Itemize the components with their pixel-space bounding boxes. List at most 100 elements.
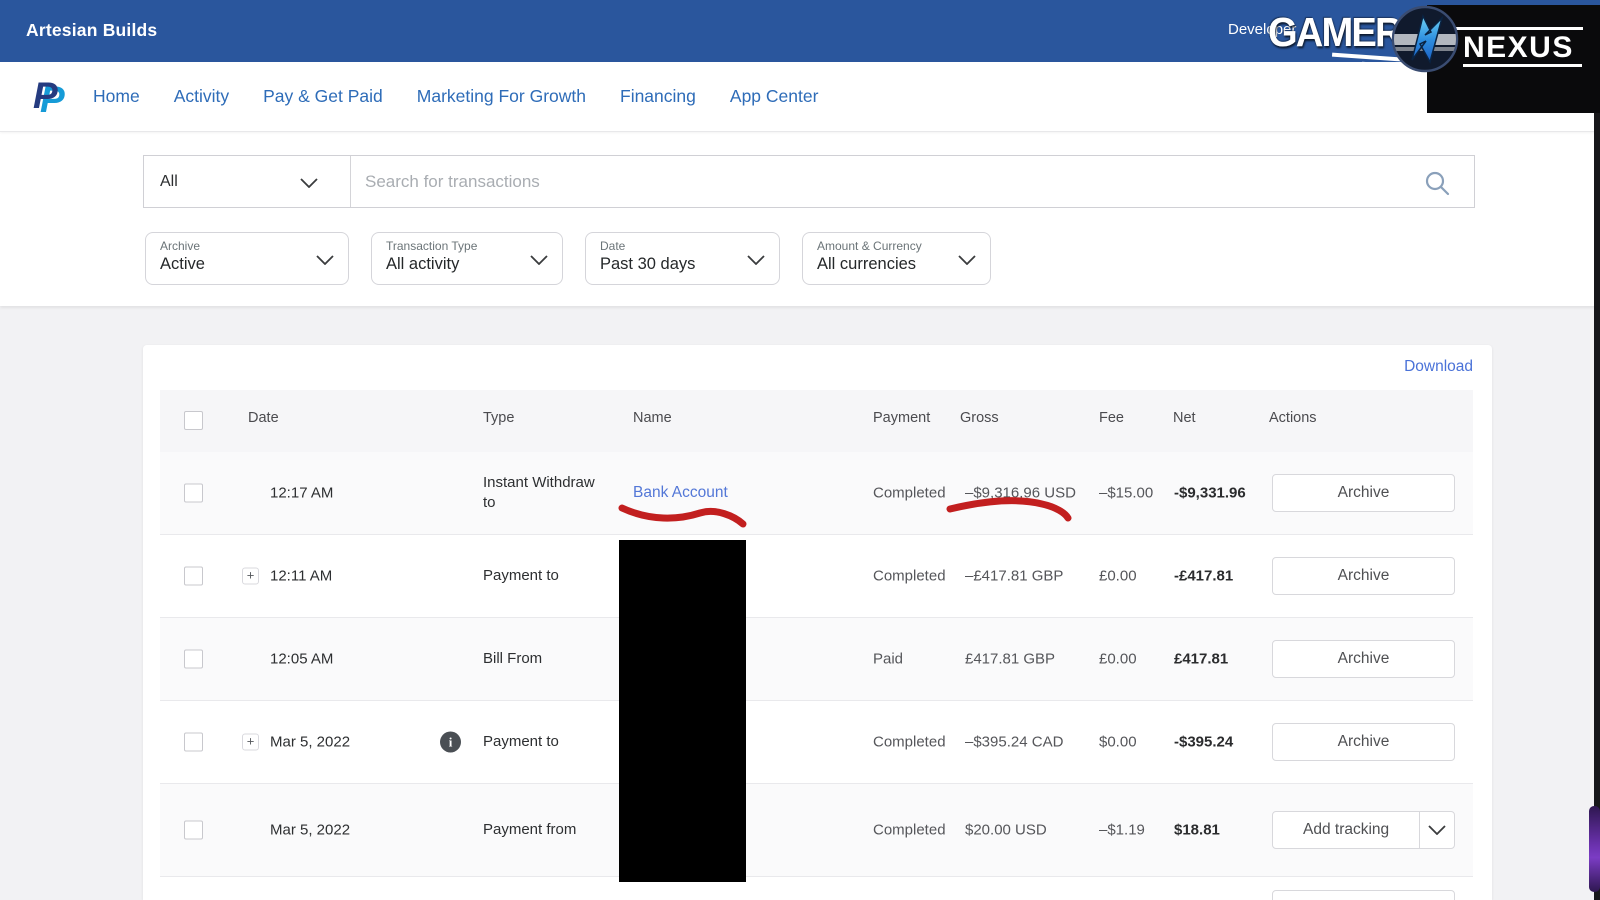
row-checkbox[interactable] <box>184 650 203 669</box>
chevron-down-icon <box>747 255 765 265</box>
action-dropdown-toggle[interactable] <box>1419 812 1454 848</box>
table-row: 12:17 AM Instant Withdraw to Bank Account C… <box>160 452 1473 535</box>
row-checkbox[interactable] <box>184 567 203 586</box>
nav-item-activity[interactable]: Activity <box>174 86 229 107</box>
nav-item-financing[interactable]: Financing <box>620 86 696 107</box>
cell-net: -£417.81 <box>1174 568 1233 585</box>
action-label: Archive <box>1338 567 1390 585</box>
row-checkbox[interactable] <box>184 733 203 752</box>
cell-payment-status: Completed <box>873 568 946 585</box>
filter-label: Archive <box>160 239 308 253</box>
filter-value: Active <box>160 253 308 275</box>
table-row: Mar 5, 2022 Payment from Completed $20.00 U… <box>160 784 1473 877</box>
filter-label: Transaction Type <box>386 239 522 253</box>
filter-amount-currency[interactable]: Amount & CurrencyAll currencies <box>802 232 991 285</box>
cell-date: Mar 5, 2022 <box>270 734 350 751</box>
row-checkbox[interactable] <box>184 821 203 840</box>
nav-items: Home Activity Pay & Get Paid Marketing For … <box>93 86 818 107</box>
action-label: Archive <box>1338 484 1390 502</box>
filter-label: Date <box>600 239 739 253</box>
cell-net: -$395.24 <box>1174 734 1233 751</box>
filter-transaction-type[interactable]: Transaction TypeAll activity <box>371 232 563 285</box>
column-header-date: Date <box>248 410 279 426</box>
cell-payment-status: Completed <box>873 822 946 839</box>
column-header-actions: Actions <box>1269 410 1317 426</box>
filter-archive[interactable]: ArchiveActive <box>145 232 349 285</box>
archive-button[interactable]: Archive <box>1272 474 1455 512</box>
chevron-down-icon <box>1428 825 1446 835</box>
cell-fee: –$15.00 <box>1099 485 1153 502</box>
filter-label: Amount & Currency <box>817 239 950 253</box>
table-row: 12:05 AM Bill From Paid £417.81 GBP £0.00 £41… <box>160 618 1473 701</box>
column-header-net: Net <box>1173 410 1196 426</box>
action-label[interactable]: Add tracking <box>1273 821 1419 839</box>
search-scope-value: All <box>160 173 178 191</box>
cell-fee: $0.00 <box>1099 734 1137 751</box>
nav-item-home[interactable]: Home <box>93 86 140 107</box>
cell-type: Bill From <box>483 649 611 669</box>
archive-button[interactable]: Archive <box>1272 723 1455 761</box>
search-input[interactable] <box>351 156 1474 207</box>
download-link[interactable]: Download <box>1404 358 1473 376</box>
filter-value: Past 30 days <box>600 253 739 275</box>
cell-type: Payment to <box>483 566 611 586</box>
screen-edge-strip <box>1594 108 1600 900</box>
cell-payment-status: Completed <box>873 485 946 502</box>
cell-net: $18.81 <box>1174 822 1220 839</box>
info-icon[interactable]: i <box>440 732 461 753</box>
column-header-name: Name <box>633 410 672 426</box>
action-label: Archive <box>1338 733 1390 751</box>
cell-gross: £417.81 GBP <box>965 651 1055 668</box>
column-header-gross: Gross <box>960 410 999 426</box>
paypal-logo-icon[interactable]: P P <box>33 77 61 117</box>
nav-item-pay-get-paid[interactable]: Pay & Get Paid <box>263 86 383 107</box>
filter-value: All currencies <box>817 253 950 275</box>
cell-date: 12:05 AM <box>270 651 333 668</box>
watermark-line <box>1463 64 1582 67</box>
column-header-payment: Payment <box>873 410 930 426</box>
add-tracking-button[interactable]: Add tracking <box>1272 811 1455 849</box>
cell-date: Mar 5, 2022 <box>270 822 350 839</box>
select-all-checkbox[interactable] <box>184 411 203 430</box>
cell-net: -$9,331.96 <box>1174 485 1246 502</box>
cell-type: Payment to <box>483 732 611 752</box>
watermark-line <box>1452 27 1583 30</box>
transactions-card: Download Date Type Name Payment Gross Fee Net A… <box>143 345 1492 900</box>
cell-gross: $20.00 USD <box>965 822 1047 839</box>
search-icon[interactable] <box>1424 170 1450 196</box>
clipped-action-button[interactable] <box>1272 890 1455 900</box>
archive-button[interactable]: Archive <box>1272 640 1455 678</box>
archive-button[interactable]: Archive <box>1272 557 1455 595</box>
expand-row-button[interactable]: + <box>242 568 259 585</box>
cell-fee: £0.00 <box>1099 568 1137 585</box>
chevron-down-icon <box>958 255 976 265</box>
nav-item-app-center[interactable]: App Center <box>730 86 819 107</box>
page: Artesian Builds Developer P P HomeActivi… <box>0 0 1600 900</box>
column-header-fee: Fee <box>1099 410 1124 426</box>
row-checkbox[interactable] <box>184 484 203 503</box>
filter-value: All activity <box>386 253 522 275</box>
cell-net: £417.81 <box>1174 651 1228 668</box>
expand-row-button[interactable]: + <box>242 734 259 751</box>
scrollbar-thumb[interactable] <box>1589 806 1600 892</box>
table-body: 12:17 AM Instant Withdraw to Bank Account C… <box>160 452 1473 877</box>
nav-item-marketing-for-growth[interactable]: Marketing For Growth <box>417 86 586 107</box>
search-scope-dropdown[interactable]: All <box>144 156 351 207</box>
table-row: +Mar 5, 2022iPayment toCompleted–$395.24… <box>160 701 1473 784</box>
cell-date: 12:17 AM <box>270 485 333 502</box>
cell-type: Instant Withdraw to <box>483 473 611 514</box>
cell-date: 12:11 AM <box>270 568 332 585</box>
table-row: +12:11 AMPayment toCompleted–£417.81 GBP… <box>160 535 1473 618</box>
cell-payment-status: Paid <box>873 651 903 668</box>
table-header-row: Date Type Name Payment Gross Fee Net Actions <box>160 390 1473 452</box>
cell-type: Payment from <box>483 820 611 840</box>
column-header-type: Type <box>483 410 514 426</box>
cell-name-link[interactable]: Bank Account <box>633 484 728 502</box>
chevron-down-icon <box>530 255 548 265</box>
cell-fee: –$1.19 <box>1099 822 1145 839</box>
cell-fee: £0.00 <box>1099 651 1137 668</box>
action-label: Archive <box>1338 650 1390 668</box>
chevron-down-icon <box>316 255 334 265</box>
filter-date[interactable]: DatePast 30 days <box>585 232 780 285</box>
gamersnexus-emblem-icon <box>1390 4 1460 74</box>
